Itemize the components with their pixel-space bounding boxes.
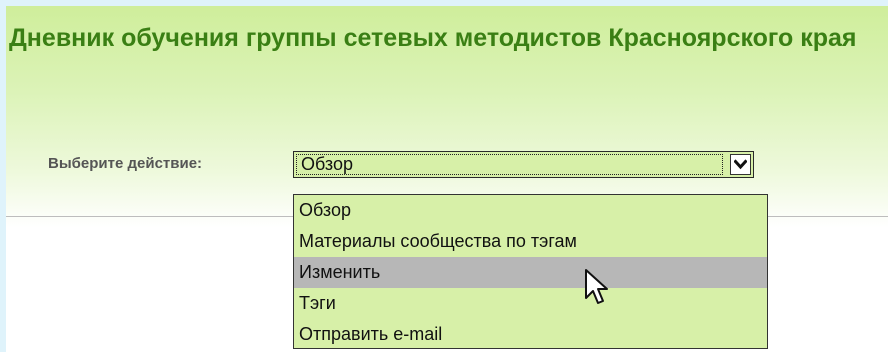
option-edit[interactable]: Изменить	[294, 257, 767, 288]
action-select[interactable]: Обзор	[293, 151, 754, 178]
option-overview[interactable]: Обзор	[294, 195, 767, 226]
action-options-list[interactable]: Обзор Материалы сообщества по тэгам Изме…	[293, 194, 768, 349]
page-container: Дневник обучения группы сетевых методист…	[6, 6, 888, 352]
mouse-pointer-icon	[585, 269, 608, 304]
option-tags[interactable]: Тэги	[294, 288, 767, 319]
selected-action-value[interactable]: Обзор	[296, 154, 723, 175]
chevron-down-icon	[734, 159, 747, 170]
option-community-materials-by-tags[interactable]: Материалы сообщества по тэгам	[294, 226, 767, 257]
dropdown-button[interactable]	[730, 154, 751, 175]
page-title: Дневник обучения группы сетевых методист…	[9, 24, 857, 52]
option-send-email[interactable]: Отправить e-mail	[294, 319, 767, 350]
action-select-label: Выберите действие:	[48, 155, 203, 172]
